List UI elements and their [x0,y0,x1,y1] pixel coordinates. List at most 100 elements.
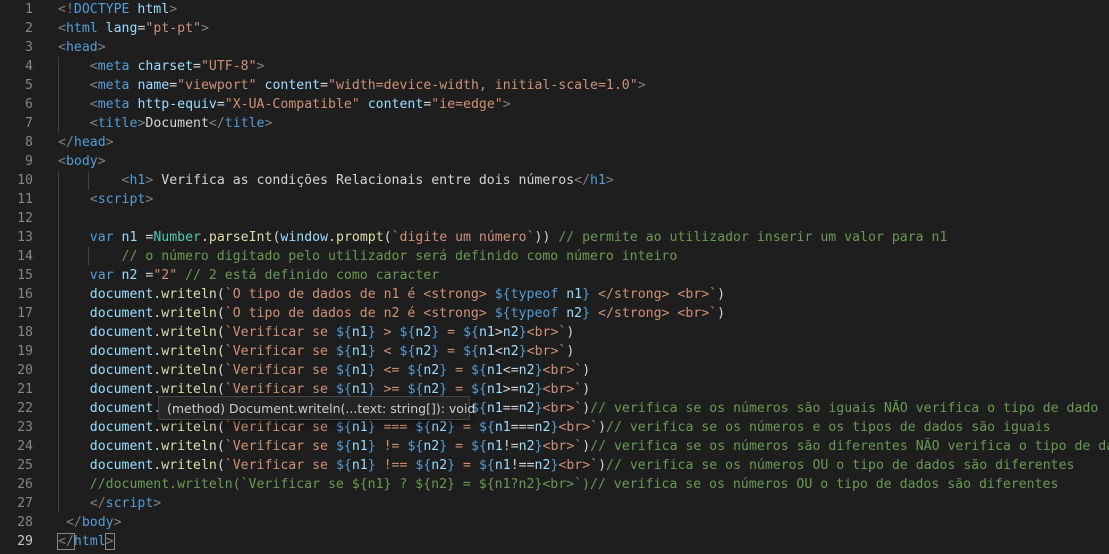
code-line[interactable]: 6 <meta http-equiv="X-UA-Compatible" con… [0,95,1109,114]
code-line[interactable]: 19 document.writeln(`Verificar se ${n1} … [0,342,1109,361]
code-line[interactable]: 15 var n2 ="2" // 2 está definido como c… [0,266,1109,285]
code-token: . [200,230,209,245]
line-number: 22 [17,401,33,416]
code-token: = [447,382,471,397]
code-line[interactable]: 5 <meta name="viewport" content="width=d… [0,76,1109,95]
code-token: != [375,439,408,454]
code-token: n2 [518,382,535,397]
code-line[interactable]: 13 var n1 =Number.parseInt(window.prompt… [0,228,1109,247]
code-line[interactable]: 3 <head> [0,38,1109,57]
code-token: ) [582,439,591,454]
code-token: ) [717,306,726,321]
code-token: "ie=edge" [431,97,503,112]
code-token: >= [502,382,519,397]
code-line[interactable]: 17 document.writeln(`O tipo de dados de … [0,304,1109,323]
code-token: !== [375,458,416,473]
code-line[interactable]: 4 <meta charset="UTF-8"> [0,57,1109,76]
code-token: = [447,363,471,378]
code-token: ) [582,363,591,378]
code-token: script [105,496,154,511]
code-token: html [137,2,170,17]
code-token: } [439,382,448,397]
code-line[interactable]: 11 <script> [0,190,1109,209]
code-token: <br>` [526,325,567,340]
code-token: > [104,533,115,550]
code-token: n1 [121,230,138,245]
code-token: ( [216,363,225,378]
code-text: document.writeln(`O tipo de dados de n2 … [58,304,725,323]
code-token: ${ [407,363,424,378]
code-line[interactable]: 8 </head> [0,133,1109,152]
code-token: name [137,78,170,93]
line-number: 16 [17,287,33,302]
code-token: != [502,439,519,454]
code-line[interactable]: 20 document.writeln(`Verificar se ${n1} … [0,361,1109,380]
code-line[interactable]: 28 </body> [0,513,1109,532]
code-text: </script> [58,494,161,513]
code-token: ${ [407,439,424,454]
code-line[interactable]: 14 // o número digitado pelo utilizador … [0,247,1109,266]
line-number: 7 [25,116,33,131]
code-token: writeln [161,287,217,302]
code-line[interactable]: 16 document.writeln(`O tipo de dados de … [0,285,1109,304]
code-token: = [455,458,479,473]
code-token: n2 [415,325,432,340]
code-token: charset [137,59,194,74]
line-number: 11 [17,192,33,207]
code-line[interactable]: 24 document.writeln(`Verificar se ${n1} … [0,437,1109,456]
code-token: typeof [510,306,559,321]
code-line[interactable]: 12 [0,209,1109,228]
code-token: > [105,135,114,150]
code-token: > [169,2,178,17]
code-token: > [605,173,614,188]
code-line[interactable]: 10 <h1> Verifica as condições Relacionai… [0,171,1109,190]
code-token: n1 [486,401,503,416]
code-line[interactable]: 2 <html lang="pt-pt"> [0,19,1109,38]
code-token: n1 [478,344,495,359]
code-token: n1 [351,439,368,454]
code-token: // verifica se os números são iguais NÃO… [590,401,1099,416]
code-token: == [502,401,519,416]
code-token: document [89,439,154,454]
code-text: <meta http-equiv="X-UA-Compatible" conte… [58,95,511,114]
code-token: === [510,420,535,435]
code-token: n2 [423,363,440,378]
code-token: script [97,192,146,207]
code-editor[interactable]: 1 <!DOCTYPE html> 2 <html lang="pt-pt"> 3 <he… [0,0,1109,554]
code-token: } [582,306,591,321]
code-line[interactable]: 29 </html> [0,532,1109,551]
code-token: } [367,325,376,340]
line-number: 15 [17,268,33,283]
code-token: n1 [494,458,511,473]
code-line[interactable]: 9 <body> [0,152,1109,171]
line-number: 8 [25,135,33,150]
code-token: ( [216,287,225,302]
code-token: ${ [494,287,511,302]
code-text: document.writeln(`Verificar se ${n1} <= … [58,361,590,380]
code-line[interactable]: 27 </script> [0,494,1109,513]
code-token: document [89,458,154,473]
code-token: title [224,116,265,131]
code-line[interactable]: 26 //document.writeln(`Verificar se ${n1… [0,475,1109,494]
code-token: n1 [494,420,511,435]
code-token: n2 [534,420,551,435]
code-token: document [89,420,154,435]
code-line[interactable]: 1 <!DOCTYPE html> [0,0,1109,19]
code-line[interactable]: 25 document.writeln(`Verificar se ${n1} … [0,456,1109,475]
code-token: //document.writeln(`Verificar se ${n1} ?… [89,477,1059,492]
code-token: meta [97,59,130,74]
code-token: ( [216,458,225,473]
code-token: document [89,363,154,378]
code-text: </head> [58,133,114,152]
code-token: ( [216,306,225,321]
code-line[interactable]: 18 document.writeln(`Verificar se ${n1} … [0,323,1109,342]
line-number: 9 [25,154,33,169]
code-line[interactable]: 7 <title>Document</title> [0,114,1109,133]
code-text: <title>Document</title> [58,114,273,133]
